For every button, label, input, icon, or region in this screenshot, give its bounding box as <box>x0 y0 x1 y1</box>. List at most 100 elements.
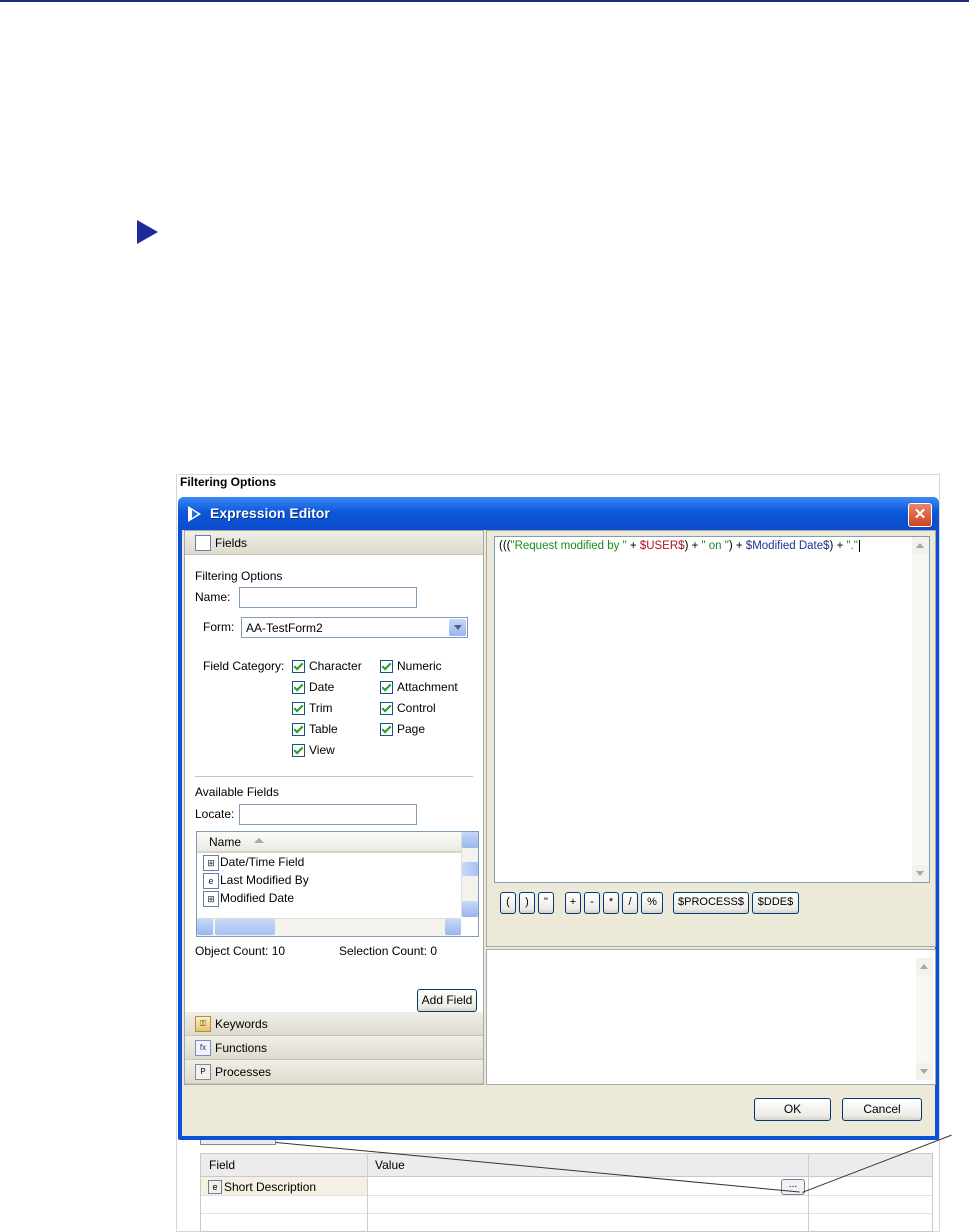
operator-plus-button[interactable]: + <box>565 892 581 914</box>
expression-editor-pane: ((("Request modified by " + $USER$) + " … <box>486 530 936 947</box>
expr-operator: ) + <box>829 540 847 552</box>
background-field-table: Field Value e Short Description ... <box>200 1153 933 1232</box>
expression-scrollbar[interactable] <box>912 537 929 882</box>
chevron-down-icon[interactable] <box>449 619 466 636</box>
dialog-titlebar[interactable]: Expression Editor ✕ <box>178 497 939 530</box>
checkbox-character-label: Character <box>309 659 362 673</box>
row-divider <box>201 1195 932 1196</box>
description-scrollbar[interactable] <box>916 958 933 1080</box>
sort-ascending-icon <box>254 838 264 843</box>
checkbox-control[interactable] <box>380 702 393 715</box>
expr-string: "." <box>846 540 858 552</box>
name-input[interactable] <box>239 587 417 608</box>
operator-minus-button[interactable]: - <box>584 892 600 914</box>
object-count: Object Count: 10 <box>195 944 286 958</box>
column-divider <box>367 1154 368 1231</box>
expr-operator: ) + <box>728 540 746 552</box>
list-column-header-name[interactable]: Name <box>197 832 461 853</box>
list-item-label: Modified Date <box>220 891 295 905</box>
form-select[interactable]: AA-TestForm2 <box>241 617 468 638</box>
scroll-up-icon[interactable] <box>462 832 478 848</box>
checkbox-attachment[interactable] <box>380 681 393 694</box>
available-fields-list[interactable]: Name ⊞ Date/Time Field e Last Modified B… <box>196 831 479 937</box>
expr-field: $Modified Date$ <box>745 540 830 552</box>
dialog-title: Expression Editor <box>210 505 330 521</box>
add-field-button[interactable]: Add Field <box>417 989 477 1012</box>
background-panel-title: Filtering Options <box>180 475 276 489</box>
cancel-button[interactable]: Cancel <box>842 1098 922 1121</box>
functions-header-label: Functions <box>215 1041 268 1055</box>
date-time-field-icon: ⊞ <box>203 891 219 907</box>
checkbox-view[interactable] <box>292 744 305 757</box>
processes-icon: P <box>195 1064 211 1080</box>
checkbox-table[interactable] <box>292 723 305 736</box>
operator-modulo-button[interactable]: % <box>641 892 663 914</box>
operator-close-paren-button[interactable]: ) <box>519 892 535 914</box>
checkbox-view-label: View <box>309 743 335 757</box>
checkbox-page[interactable] <box>380 723 393 736</box>
scroll-thumb[interactable] <box>462 862 478 876</box>
dialog-client-area: Fields Filtering Options Name: Form: AA-… <box>182 530 936 1136</box>
operator-multiply-button[interactable]: * <box>603 892 619 914</box>
character-field-icon: e <box>203 873 219 889</box>
scroll-thumb[interactable] <box>215 919 275 935</box>
expr-string: "Request modified by " <box>510 540 627 552</box>
checkbox-numeric-label: Numeric <box>397 659 442 673</box>
selection-count: Selection Count: 0 <box>339 944 438 958</box>
available-fields-label: Available Fields <box>195 785 279 799</box>
field-category-label: Field Category: <box>203 659 285 673</box>
functions-icon: fx <box>195 1040 211 1056</box>
checkbox-control-label: Control <box>397 701 436 715</box>
locate-input[interactable] <box>239 804 417 825</box>
scroll-right-icon[interactable] <box>445 919 461 935</box>
checkbox-trim[interactable] <box>292 702 305 715</box>
fields-icon <box>195 535 211 551</box>
date-time-field-icon: ⊞ <box>203 855 219 871</box>
ok-button[interactable]: OK <box>754 1098 831 1121</box>
operator-divide-button[interactable]: / <box>622 892 638 914</box>
scroll-down-icon[interactable] <box>912 865 929 882</box>
operator-open-paren-button[interactable]: ( <box>500 892 516 914</box>
text-cursor: ​ <box>858 540 860 552</box>
fields-header-label: Fields <box>215 536 248 550</box>
list-vertical-scrollbar[interactable] <box>461 832 478 917</box>
expression-text: ((("Request modified by " + $USER$) + " … <box>499 540 860 552</box>
operator-quote-button[interactable]: " <box>538 892 554 914</box>
expr-keyword: $USER$ <box>639 540 685 552</box>
checkbox-numeric[interactable] <box>380 660 393 673</box>
expr-operator: + <box>626 540 640 552</box>
processes-section-header[interactable]: P Processes <box>185 1060 483 1084</box>
process-keyword-button[interactable]: $PROCESS$ <box>673 892 749 914</box>
scroll-left-icon[interactable] <box>197 919 213 935</box>
close-button[interactable]: ✕ <box>908 503 932 527</box>
checkbox-attachment-label: Attachment <box>397 680 458 694</box>
form-label: Form: <box>203 620 235 634</box>
expression-editor-dialog: Expression Editor ✕ Fields Filtering Opt… <box>178 497 939 1140</box>
scroll-up-icon[interactable] <box>912 537 929 554</box>
keywords-section-header[interactable]: ⚿ Keywords <box>185 1012 483 1036</box>
scroll-down-icon[interactable] <box>462 901 478 917</box>
fields-section-header[interactable]: Fields <box>185 531 483 555</box>
expr-string: " on " <box>701 540 729 552</box>
page-top-rule <box>0 0 969 2</box>
checkbox-date-label: Date <box>309 680 335 694</box>
locate-label: Locate: <box>195 807 235 821</box>
functions-section-header[interactable]: fx Functions <box>185 1036 483 1060</box>
dde-keyword-button[interactable]: $DDE$ <box>752 892 799 914</box>
field-name-cell: Short Description <box>224 1180 317 1194</box>
name-label: Name: <box>195 590 231 604</box>
checkbox-date[interactable] <box>292 681 305 694</box>
list-horizontal-scrollbar[interactable] <box>197 918 461 936</box>
checkbox-character[interactable] <box>292 660 305 673</box>
expr-operator: ) + <box>684 540 702 552</box>
scroll-down-icon[interactable] <box>916 1063 933 1080</box>
scroll-up-icon[interactable] <box>916 958 933 975</box>
form-select-value: AA-TestForm2 <box>246 621 323 635</box>
expression-textarea[interactable]: ((("Request modified by " + $USER$) + " … <box>494 536 930 883</box>
column-header-value: Value <box>375 1158 405 1172</box>
app-icon-inner <box>192 510 198 518</box>
section-divider <box>195 776 473 777</box>
keywords-icon: ⚿ <box>195 1016 211 1032</box>
filtering-options-label: Filtering Options <box>195 569 283 583</box>
checkbox-page-label: Page <box>397 722 426 736</box>
